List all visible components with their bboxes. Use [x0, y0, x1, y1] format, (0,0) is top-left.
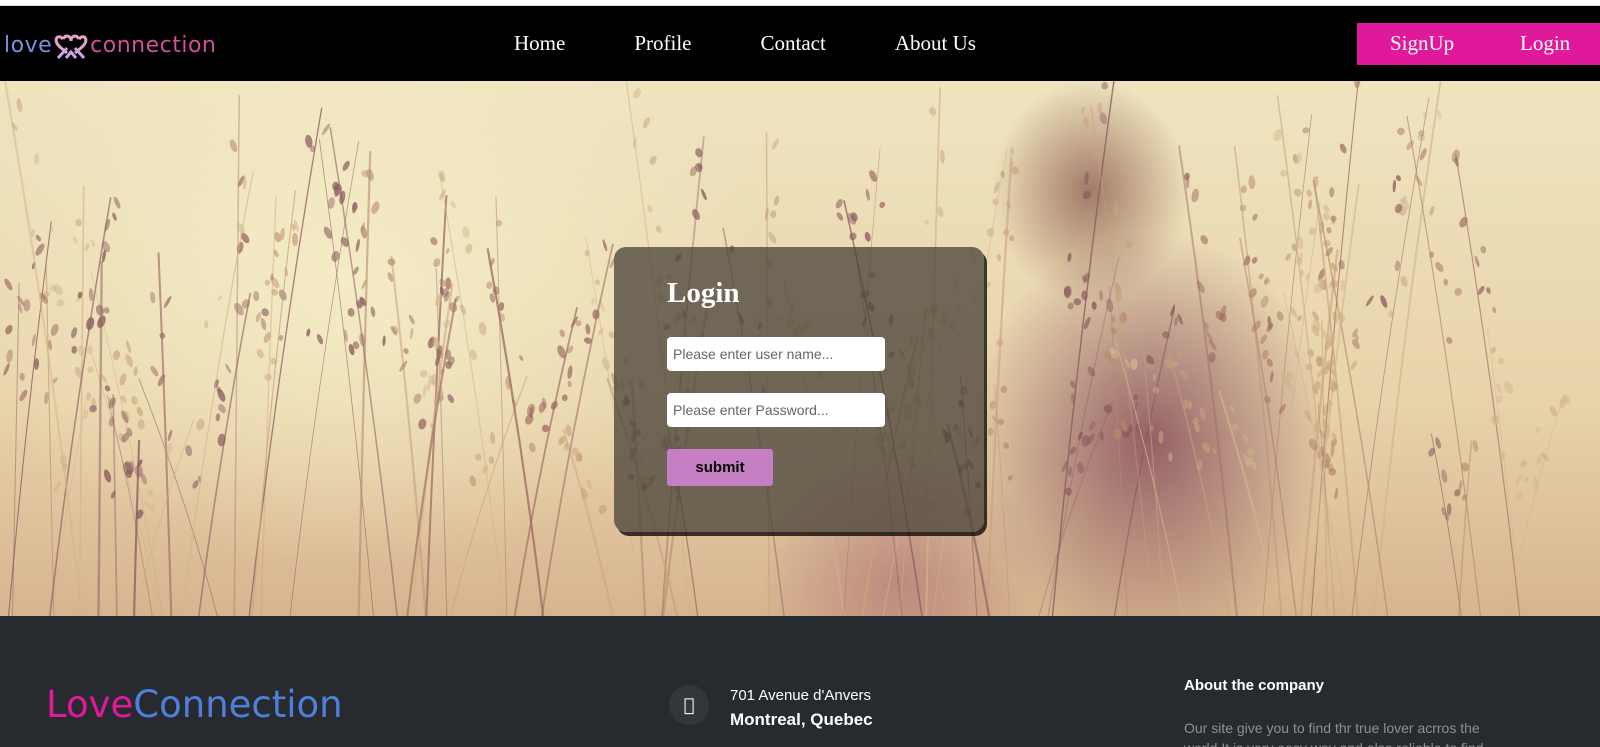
logo-text-connection: connection — [90, 32, 217, 58]
address-line-2: Montreal, Quebec — [730, 710, 873, 729]
hero-background: Login submit — [0, 81, 1600, 616]
username-input[interactable] — [667, 337, 885, 371]
auth-buttons: SignUp Login — [1357, 23, 1600, 65]
signup-button[interactable]: SignUp — [1390, 31, 1454, 56]
footer-brand: LoveConnection — [46, 683, 343, 726]
main-nav: Home Profile Contact About Us — [514, 6, 976, 81]
nav-contact[interactable]: Contact — [760, 31, 825, 56]
about-company-title: About the company — [1184, 677, 1325, 694]
nav-about-us[interactable]: About Us — [895, 31, 976, 56]
submit-button[interactable]: submit — [667, 449, 773, 486]
about-company-text: Our site give you to find thr true lover… — [1184, 720, 1484, 747]
heart-couple-icon — [54, 34, 88, 60]
map-marker-icon:  — [669, 685, 709, 725]
nav-profile[interactable]: Profile — [634, 31, 691, 56]
login-title: Login — [667, 277, 740, 309]
footer-brand-connection: Connection — [133, 683, 343, 726]
login-card: Login submit — [614, 247, 984, 532]
password-input[interactable] — [667, 393, 885, 427]
site-logo[interactable]: love connection — [4, 28, 216, 62]
logo-text-love: love — [4, 32, 53, 58]
login-nav-button[interactable]: Login — [1520, 31, 1570, 56]
address-line-1: 701 Avenue d'Anvers — [730, 687, 872, 704]
footer-brand-love: Love — [46, 683, 134, 726]
site-footer: LoveConnection  701 Avenue d'Anvers Mon… — [0, 616, 1600, 747]
top-navbar: love connection Home Profile Contact Abo… — [0, 6, 1600, 81]
nav-home[interactable]: Home — [514, 31, 565, 56]
